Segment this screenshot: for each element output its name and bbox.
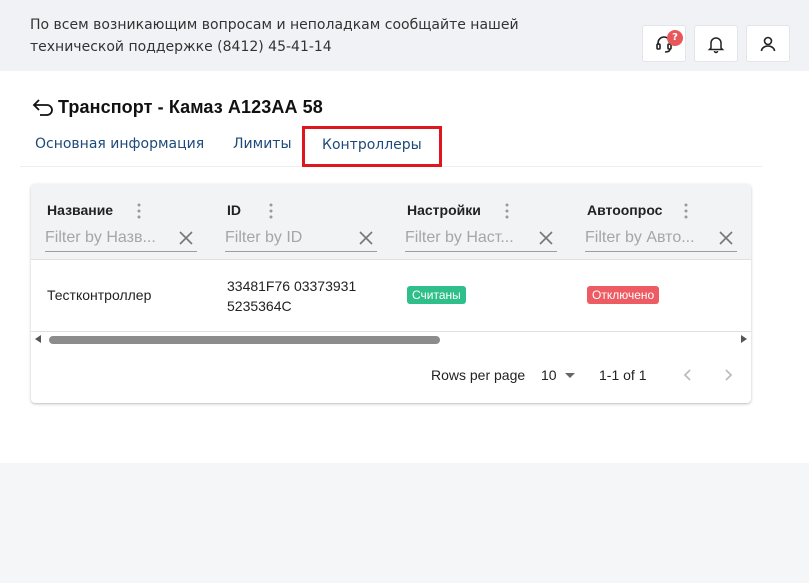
filter-name [45, 224, 197, 252]
top-bar: По всем возникающим вопросам и неполадка… [0, 0, 809, 71]
clear-icon[interactable] [537, 229, 555, 247]
horizontal-scrollbar[interactable] [31, 332, 751, 346]
profile-button[interactable] [746, 25, 790, 62]
tab-bar: Основная информация Лимиты Контроллеры [20, 126, 762, 167]
tab-controllers[interactable]: Контроллеры [302, 126, 442, 167]
filter-settings [405, 224, 557, 252]
tab-main-info[interactable]: Основная информация [35, 126, 204, 166]
cell-id: 33481F76 03373931 5235364C [227, 276, 356, 316]
rows-per-page-label: Rows per page [431, 367, 526, 383]
column-title: Автоопрос [587, 202, 663, 218]
column-menu-icon[interactable] [678, 202, 694, 220]
column-menu-icon[interactable] [499, 202, 515, 220]
cell-name: Тестконтроллер [47, 287, 152, 303]
filter-autopoll-input[interactable] [585, 228, 707, 247]
cell-autopoll: Отключено [587, 286, 660, 304]
filter-name-input[interactable] [45, 228, 167, 247]
scroll-right-icon[interactable] [741, 335, 747, 343]
prev-page-icon[interactable] [677, 364, 699, 386]
filter-id-input[interactable] [225, 228, 347, 247]
rows-per-page-select[interactable]: 10 [541, 367, 575, 383]
support-badge: ? [667, 30, 683, 46]
notifications-button[interactable] [694, 25, 738, 62]
clear-icon[interactable] [717, 229, 735, 247]
controllers-table: Название ID [31, 184, 751, 403]
support-notice: По всем возникающим вопросам и неполадка… [30, 17, 519, 55]
table-header: Название ID [31, 184, 751, 260]
column-menu-icon[interactable] [263, 202, 279, 220]
page-range: 1-1 of 1 [599, 367, 647, 383]
clear-icon[interactable] [357, 229, 375, 247]
scroll-left-icon[interactable] [35, 335, 41, 343]
main-panel: Транспорт - Камаз А123АА 58 Основная инф… [0, 71, 809, 463]
status-badge: Считаны [407, 286, 466, 304]
cell-id-line: 33481F76 03373931 [227, 278, 357, 294]
tab-limits[interactable]: Лимиты [233, 126, 292, 166]
rows-per-page-value: 10 [541, 367, 557, 383]
column-id: ID [225, 200, 387, 252]
column-menu-icon[interactable] [131, 202, 147, 220]
cell-settings: Считаны [407, 286, 466, 304]
column-name: Название [45, 200, 207, 252]
column-autopoll: Автоопрос [585, 200, 747, 252]
pagination: Rows per page 10 1-1 of 1 [31, 346, 751, 403]
caret-down-icon [564, 372, 575, 378]
scroll-thumb[interactable] [49, 336, 440, 344]
bell-icon [707, 36, 725, 53]
filter-autopoll [585, 224, 737, 252]
next-page-icon[interactable] [717, 364, 739, 386]
clear-icon[interactable] [177, 229, 195, 247]
page-background [0, 463, 809, 583]
column-title: ID [227, 202, 241, 218]
filter-settings-input[interactable] [405, 228, 527, 247]
filter-id [225, 224, 377, 252]
page-title: Транспорт - Камаз А123АА 58 [58, 96, 323, 117]
cell-id-line: 5235364C [227, 298, 292, 314]
column-settings: Настройки [405, 200, 567, 252]
column-title: Настройки [407, 202, 481, 218]
status-badge: Отключено [587, 286, 660, 304]
support-button[interactable]: ? [642, 25, 686, 62]
column-title: Название [47, 202, 114, 218]
table-row[interactable]: Тестконтроллер 33481F76 03373931 5235364… [31, 260, 751, 332]
user-icon [760, 36, 776, 51]
title-row: Транспорт - Камаз А123АА 58 [32, 95, 323, 119]
back-arrow-icon[interactable] [32, 96, 56, 118]
